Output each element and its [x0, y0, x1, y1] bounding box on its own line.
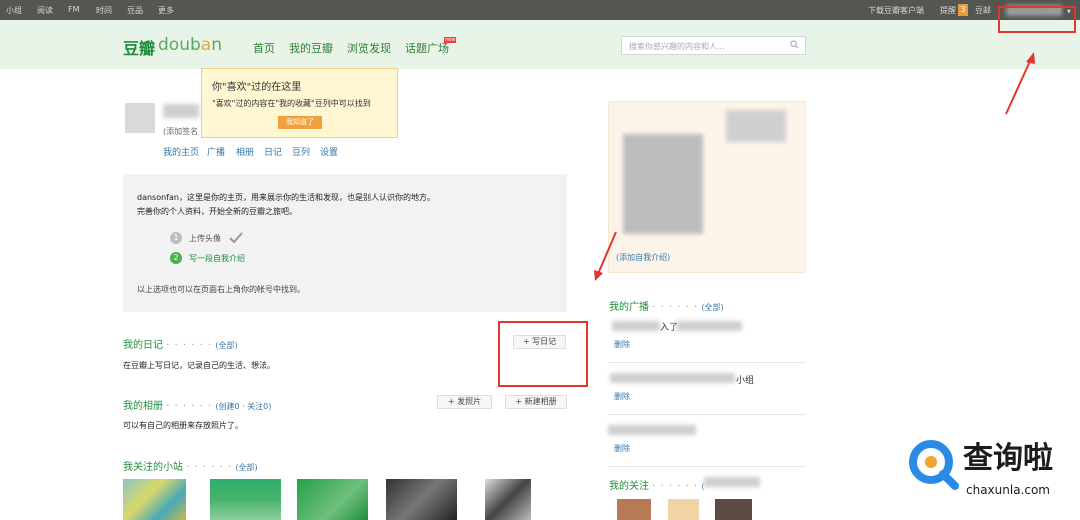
tooltip-got-it-button[interactable]: 我知道了 — [278, 116, 322, 129]
diary-all-link[interactable]: (全部) — [215, 341, 237, 350]
diary-section-title: 我的日记 · · · · · · (全部) — [123, 336, 238, 351]
album-counts-link[interactable]: (创建0 · 关注0) — [215, 402, 271, 411]
following-title-text: 我的关注 — [609, 481, 649, 492]
logo-en-end: n — [211, 35, 222, 55]
sites-all-link[interactable]: (全部) — [235, 463, 257, 472]
album-description: 可以有自己的相册来存放照片了。 — [123, 421, 243, 430]
topbar-link-more[interactable]: 更多 — [158, 5, 174, 16]
album-dots: · · · · · · — [166, 401, 213, 412]
add-intro-link[interactable]: (添加自我介绍) — [616, 252, 670, 263]
broadcast-item-redacted — [676, 321, 742, 331]
broadcast-title-text: 我的广播 — [609, 302, 649, 313]
diary-title-text: 我的日记 — [123, 340, 163, 351]
new-album-button[interactable]: + 新建相册 — [505, 395, 567, 409]
profile-info-redacted — [726, 110, 786, 142]
write-diary-highlight-box — [498, 321, 588, 387]
divider — [609, 414, 806, 415]
step-upload-avatar[interactable]: 上传头像 — [189, 233, 221, 244]
delete-link[interactable]: 删除 — [614, 339, 630, 350]
tooltip-title: 你"喜欢"过的在这里 — [212, 82, 302, 93]
sites-section-title: 我关注的小站 · · · · · · (全部) — [123, 458, 258, 473]
profile-card: (添加自我介绍) — [608, 101, 806, 273]
welcome-panel: dansonfan，这里是你的主页，用来展示你的生活和发现，也是别人认识你的地方… — [123, 174, 567, 312]
top-bar: 小组 阅读 FM 时间 豆品 更多 下载豆瓣客户端 提醒 3 豆邮 帐号 ▼ — [0, 0, 1080, 20]
arrow-head-icon — [594, 270, 603, 281]
profile-link-broadcast[interactable]: 广播 — [207, 145, 225, 158]
profile-photo-redacted[interactable] — [623, 134, 703, 234]
sites-title-text: 我关注的小站 — [123, 462, 183, 473]
delete-link[interactable]: 删除 — [614, 391, 630, 402]
broadcast-item-fragment: 小组 — [736, 376, 755, 386]
diary-description: 在豆瓣上写日记，记录自己的生活、想法。 — [123, 361, 275, 370]
avatar[interactable] — [125, 103, 155, 133]
username-redacted — [163, 104, 199, 118]
broadcast-item-redacted — [608, 425, 696, 435]
search-icon[interactable] — [790, 40, 799, 49]
nav-topics[interactable]: 话题广场 — [405, 40, 449, 56]
broadcast-section-title: 我的广播 · · · · · · (全部) — [609, 298, 724, 313]
welcome-line-2: 完善你的个人资料，开始全新的豆瓣之旅吧。 — [137, 207, 297, 216]
profile-link-settings[interactable]: 设置 — [320, 145, 338, 158]
logo-douban-cn[interactable]: 豆瓣 — [123, 35, 155, 59]
topbar-link-goods[interactable]: 豆品 — [127, 5, 143, 16]
check-icon — [229, 232, 243, 243]
nav-explore[interactable]: 浏览发现 — [347, 40, 391, 56]
following-avatar[interactable] — [715, 499, 752, 520]
broadcast-all-link[interactable]: (全部) — [701, 303, 723, 312]
profile-link-album[interactable]: 相册 — [236, 145, 254, 158]
profile-link-doulist[interactable]: 豆列 — [292, 145, 310, 158]
nav-home[interactable]: 首页 — [253, 40, 275, 56]
topbar-link-time[interactable]: 时间 — [96, 5, 112, 16]
topbar-link-read[interactable]: 阅读 — [37, 5, 53, 16]
download-client-link[interactable]: 下载豆瓣客户端 — [868, 5, 924, 16]
following-section-title: 我的关注 · · · · · · ( — [609, 477, 704, 492]
divider — [609, 466, 806, 467]
sites-dots: · · · · · · — [186, 462, 233, 473]
watermark-logo-icon — [909, 440, 959, 490]
search-input[interactable]: 搜索你感兴趣的内容和人... — [621, 36, 806, 55]
broadcast-item-redacted — [610, 373, 735, 383]
tooltip-text: "喜欢"过的内容在"我的收藏"豆列中可以找到 — [212, 99, 371, 108]
mail-link[interactable]: 豆邮 — [975, 5, 991, 16]
divider — [609, 362, 806, 363]
following-avatar[interactable] — [617, 499, 651, 520]
logo-douban-en[interactable]: douban — [158, 35, 222, 55]
site-thumbnail[interactable] — [123, 479, 186, 520]
upload-photo-button[interactable]: + 发照片 — [437, 395, 492, 409]
remind-link[interactable]: 提醒 — [940, 5, 956, 16]
account-highlight-box — [998, 6, 1076, 33]
welcome-footer: 以上选项也可以在页面右上角你的帐号中找到。 — [137, 285, 305, 294]
new-badge: new — [444, 37, 457, 43]
album-section-title: 我的相册 · · · · · · (创建0 · 关注0) — [123, 397, 271, 412]
step-2-number: 2 — [170, 252, 182, 264]
following-dots: · · · · · · — [652, 481, 699, 492]
site-thumbnail[interactable] — [386, 479, 457, 520]
topbar-link-fm[interactable]: FM — [68, 5, 80, 14]
album-title-text: 我的相册 — [123, 401, 163, 412]
profile-link-diary[interactable]: 日记 — [264, 145, 282, 158]
step-write-intro[interactable]: 写一段自我介绍 — [189, 253, 245, 264]
site-thumbnail[interactable] — [485, 479, 531, 520]
diary-dots: · · · · · · — [166, 340, 213, 351]
favorites-tooltip: 你"喜欢"过的在这里 "喜欢"过的内容在"我的收藏"豆列中可以找到 我知道了 — [201, 68, 398, 138]
watermark-text: 查询啦 — [963, 441, 1053, 476]
search-placeholder: 搜索你感兴趣的内容和人... — [629, 42, 725, 51]
remind-count-badge: 3 — [958, 4, 968, 16]
welcome-line-1: dansonfan，这里是你的主页，用来展示你的生活和发现，也是别人认识你的地方… — [137, 193, 435, 202]
site-thumbnail[interactable] — [297, 479, 368, 520]
following-count-redacted — [704, 477, 760, 487]
step-1-number: 1 — [170, 232, 182, 244]
nav-my-douban[interactable]: 我的豆瓣 — [289, 40, 333, 56]
watermark-url: chaxunla.com — [966, 483, 1050, 497]
add-signature-link[interactable]: (添加签名 — [163, 126, 198, 137]
broadcast-dots: · · · · · · — [652, 302, 699, 313]
topbar-link-groups[interactable]: 小组 — [6, 5, 22, 16]
profile-link-home[interactable]: 我的主页 — [163, 145, 199, 158]
logo-en-accent: a — [200, 35, 212, 55]
logo-en-part: doub — [158, 35, 201, 55]
broadcast-item-redacted — [612, 321, 660, 331]
following-avatar[interactable] — [668, 499, 699, 520]
site-thumbnail[interactable] — [210, 479, 281, 520]
delete-link[interactable]: 删除 — [614, 443, 630, 454]
